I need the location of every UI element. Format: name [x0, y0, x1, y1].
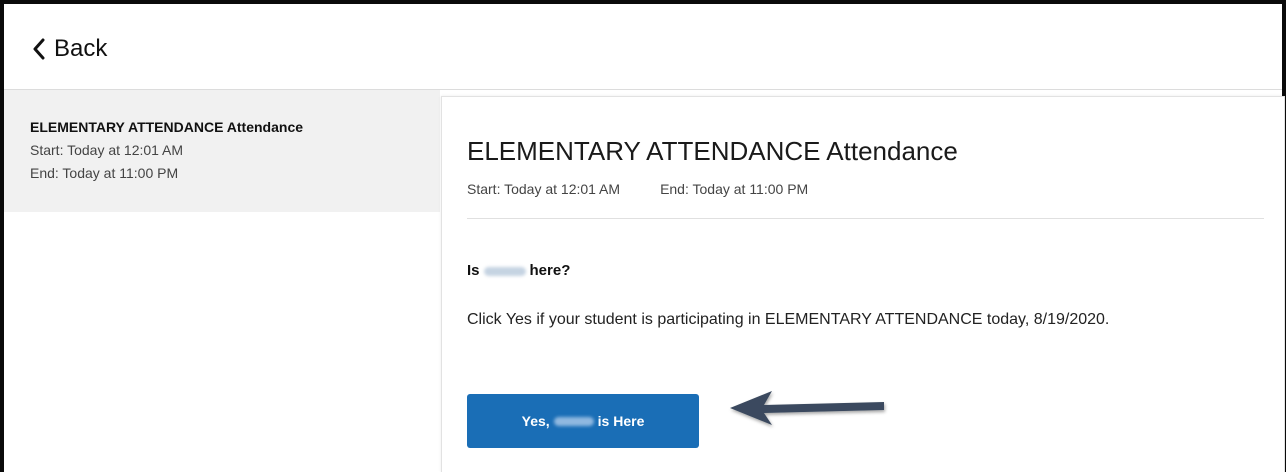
end-time: End: Today at 11:00 PM	[660, 181, 809, 197]
blurred-student-name	[553, 416, 594, 426]
start-time: Start: Today at 12:01 AM	[467, 181, 621, 197]
divider	[467, 218, 1264, 219]
sidebar-item-start-time: Start: Today at 12:01 AM	[30, 142, 184, 158]
attendance-question: Is here?	[467, 261, 570, 281]
arrow-left-icon	[724, 387, 894, 442]
question-suffix: here?	[529, 262, 571, 279]
page-title: ELEMENTARY ATTENDANCE Attendance	[467, 136, 958, 166]
sidebar-item-end-time: End: Today at 11:00 PM	[30, 165, 179, 181]
back-button[interactable]: Back	[32, 34, 107, 64]
instruction-text: Click Yes if your student is participati…	[467, 311, 1110, 328]
back-label: Back	[54, 35, 108, 62]
sidebar: ELEMENTARY ATTENDANCE Attendance Start: …	[4, 90, 440, 472]
sidebar-item-title: ELEMENTARY ATTENDANCE Attendance	[30, 119, 304, 135]
yes-here-button[interactable]: Yes, is Here	[467, 394, 699, 448]
sidebar-item-attendance[interactable]: ELEMENTARY ATTENDANCE Attendance Start: …	[4, 90, 440, 212]
question-prefix: Is	[467, 262, 480, 279]
chevron-left-icon	[32, 38, 46, 60]
header-bar: Back	[4, 4, 1282, 90]
yes-button-prefix: Yes,	[521, 413, 550, 429]
app-window: Back ELEMENTARY ATTENDANCE Attendance St…	[0, 0, 1286, 472]
blurred-student-name	[483, 266, 526, 276]
time-range: Start: Today at 12:01 AM End: Today at 1…	[467, 180, 808, 198]
yes-button-suffix: is Here	[597, 413, 645, 429]
main-area: ELEMENTARY ATTENDANCE Attendance Start: …	[4, 90, 1285, 472]
